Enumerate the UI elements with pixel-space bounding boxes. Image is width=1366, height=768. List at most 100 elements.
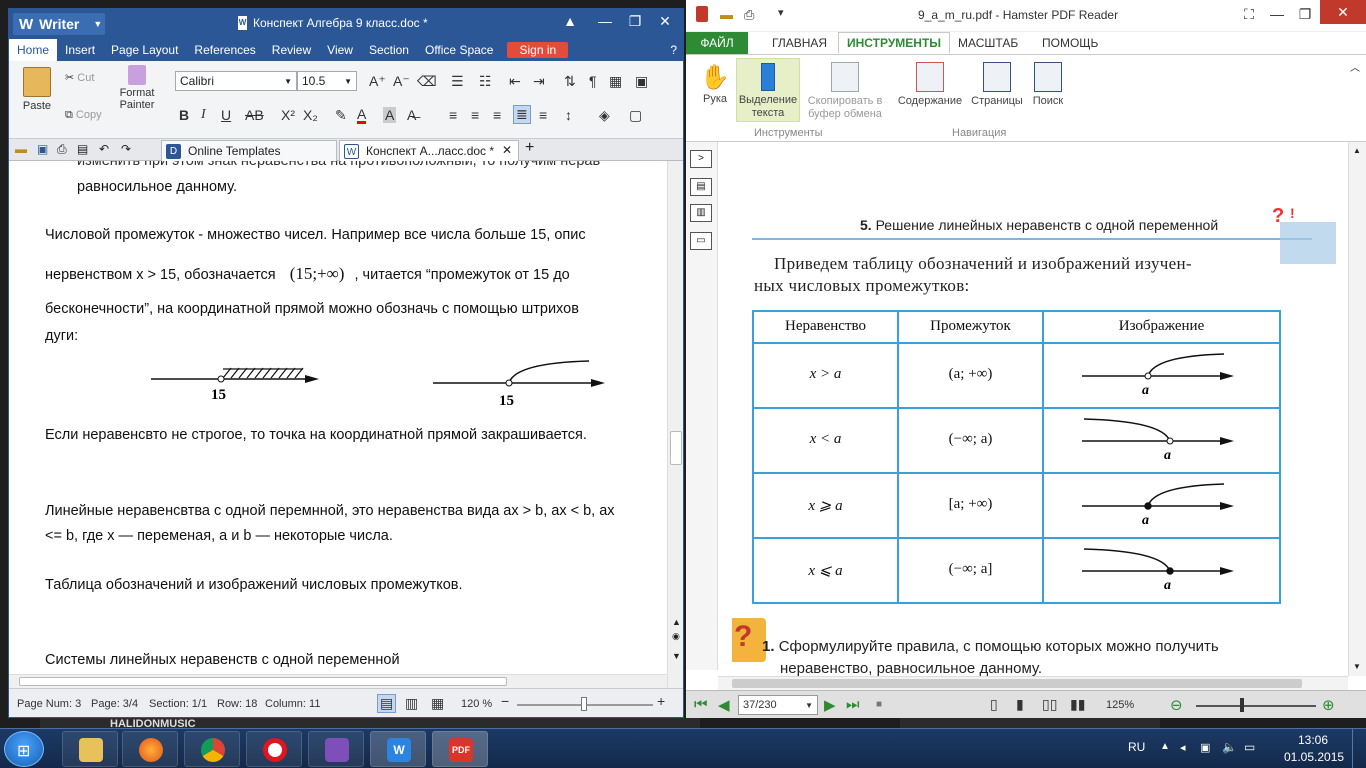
scroll-up-icon[interactable]: ▲ bbox=[1353, 146, 1361, 155]
minimize-button[interactable]: — bbox=[1264, 6, 1290, 22]
clear-format-icon[interactable]: ⌫ bbox=[417, 73, 437, 90]
zoom-slider-thumb[interactable] bbox=[581, 697, 587, 711]
decrease-indent-icon[interactable]: ⇤ bbox=[509, 73, 521, 90]
outline-view-icon[interactable]: ▦ bbox=[431, 695, 444, 712]
next-page-icon[interactable]: ▶ bbox=[824, 696, 836, 714]
ribbon-collapse-icon[interactable]: ︿ bbox=[1350, 59, 1360, 74]
format-painter-button[interactable]: Format Painter bbox=[117, 65, 157, 111]
two-page-continuous-icon[interactable]: ▮▮ bbox=[1070, 696, 1085, 713]
copy-to-clipboard-button[interactable]: Скопировать в буфер обмена bbox=[804, 62, 886, 121]
taskbar-explorer[interactable] bbox=[62, 731, 118, 767]
writer-app-menu-button[interactable]: W Writer ▼ bbox=[13, 13, 105, 35]
close-button[interactable]: ✕ bbox=[1320, 0, 1366, 24]
cut-button[interactable]: ✂ Cut bbox=[65, 71, 94, 84]
paste-button[interactable]: Paste bbox=[17, 67, 57, 112]
clock-time[interactable]: 13:06 bbox=[1298, 733, 1328, 747]
taskbar-visual-studio[interactable] bbox=[308, 731, 364, 767]
pdf-zoom-thumb[interactable] bbox=[1240, 698, 1244, 712]
styles-icon[interactable]: ▣ bbox=[635, 73, 648, 90]
redo-icon[interactable]: ↷ bbox=[121, 142, 131, 156]
hand-tool-button[interactable]: ✋ Рука bbox=[698, 63, 732, 106]
show-desktop-button[interactable] bbox=[1352, 729, 1366, 768]
line-spacing-icon[interactable]: ↕ bbox=[565, 107, 572, 123]
ribbon-collapse-icon[interactable]: ▲ bbox=[559, 13, 581, 29]
web-view-icon[interactable]: ▥ bbox=[405, 695, 418, 712]
single-page-view-icon[interactable]: ▯ bbox=[990, 696, 998, 713]
pdf-vertical-scrollbar[interactable]: ▲ ▼ bbox=[1348, 142, 1366, 676]
grow-font-icon[interactable]: A⁺ bbox=[369, 73, 386, 90]
menu-home[interactable]: Home bbox=[9, 39, 58, 61]
bullets-icon[interactable]: ☰ bbox=[451, 73, 464, 90]
first-page-icon[interactable]: ⏮ bbox=[694, 696, 708, 713]
power-icon[interactable]: ▭ bbox=[1244, 740, 1255, 754]
pages-button[interactable]: Страницы bbox=[968, 62, 1026, 108]
thumbnail-panel-icon[interactable]: ▭ bbox=[690, 232, 712, 250]
print-icon[interactable]: ⎙ bbox=[744, 7, 754, 23]
sign-in-button[interactable]: Sign in bbox=[507, 42, 569, 58]
scroll-down-icon[interactable]: ▼ bbox=[1353, 662, 1361, 671]
char-spacing-icon[interactable]: A̶ bbox=[407, 107, 416, 123]
bookmarks-panel-icon[interactable]: ▤ bbox=[690, 178, 712, 196]
pdf-horizontal-scrollbar[interactable] bbox=[718, 676, 1348, 690]
save-icon[interactable]: ▣ bbox=[37, 142, 48, 156]
align-left-icon[interactable]: ≡ bbox=[449, 107, 457, 123]
tab-document[interactable]: W Конспект А...ласс.doc * ✕ bbox=[339, 140, 519, 161]
pdf-page-view[interactable]: 5. Решение линейных неравенств с одной п… bbox=[732, 142, 1348, 676]
print-preview-icon[interactable]: ▤ bbox=[77, 142, 88, 156]
menu-insert[interactable]: Insert bbox=[57, 39, 103, 61]
prev-page-icon[interactable]: ◀ bbox=[718, 696, 730, 714]
shrink-font-icon[interactable]: A⁻ bbox=[393, 73, 410, 90]
menu-review[interactable]: Review bbox=[264, 39, 319, 61]
sort-icon[interactable]: ⇅ bbox=[564, 73, 576, 90]
restore-button[interactable]: ❐ bbox=[624, 13, 646, 30]
quick-access-menu-icon[interactable]: ▾ bbox=[778, 6, 784, 19]
open-folder-icon[interactable]: ▬ bbox=[720, 7, 733, 22]
pdf-hscroll-thumb[interactable] bbox=[732, 679, 1302, 688]
pdf-zoom-track[interactable] bbox=[1196, 705, 1316, 707]
fullscreen-icon[interactable]: ⛶ bbox=[1236, 6, 1262, 23]
clock-date[interactable]: 01.05.2015 bbox=[1284, 750, 1344, 764]
zoom-in-icon[interactable]: + bbox=[657, 693, 665, 709]
scroll-up-icon[interactable]: ▲ bbox=[672, 617, 681, 627]
contents-button[interactable]: Содержание bbox=[894, 62, 966, 108]
tab-file[interactable]: ФАЙЛ bbox=[686, 32, 748, 54]
menu-page-layout[interactable]: Page Layout bbox=[103, 39, 186, 61]
copy-button[interactable]: ⧉ Copy bbox=[65, 109, 102, 122]
align-justify-icon[interactable]: ≣ bbox=[513, 105, 531, 124]
tab-online-templates[interactable]: D Online Templates bbox=[161, 140, 337, 161]
last-page-icon[interactable]: ⏭ bbox=[846, 696, 860, 713]
continuous-view-icon[interactable]: ▮ bbox=[1016, 696, 1024, 713]
language-indicator[interactable]: RU bbox=[1128, 740, 1145, 754]
writer-vscroll-thumb[interactable] bbox=[670, 431, 682, 465]
numbering-icon[interactable]: ☷ bbox=[479, 73, 492, 90]
taskbar-hamster-pdf[interactable]: PDF bbox=[432, 731, 488, 767]
writer-vertical-scrollbar[interactable]: ▲ ◉ ▼ bbox=[667, 161, 683, 688]
taskbar-chrome[interactable] bbox=[184, 731, 240, 767]
two-page-view-icon[interactable]: ▯▯ bbox=[1042, 696, 1057, 713]
new-tab-button[interactable]: + bbox=[525, 139, 534, 157]
search-button[interactable]: Поиск bbox=[1028, 62, 1068, 108]
subscript-icon[interactable]: X₂ bbox=[303, 107, 318, 123]
writer-horizontal-scrollbar[interactable] bbox=[9, 674, 667, 688]
italic-icon[interactable]: I bbox=[201, 107, 206, 123]
highlight-icon[interactable]: A bbox=[383, 107, 397, 123]
increase-indent-icon[interactable]: ⇥ bbox=[533, 73, 545, 90]
zoom-out-icon[interactable]: − bbox=[501, 693, 509, 709]
page-view-icon[interactable]: ▤ bbox=[377, 694, 397, 713]
network-icon[interactable]: ▣ bbox=[1200, 741, 1210, 754]
border-icon[interactable]: ▢ bbox=[629, 107, 642, 124]
menu-view[interactable]: View bbox=[319, 39, 361, 61]
prev-page-icon[interactable]: ◉ bbox=[672, 631, 680, 642]
print-icon[interactable]: ⎙ bbox=[57, 142, 67, 157]
text-effects-icon[interactable]: ✎ bbox=[335, 107, 347, 124]
superscript-icon[interactable]: X² bbox=[281, 107, 295, 123]
bold-icon[interactable]: B bbox=[179, 107, 189, 123]
close-button[interactable]: ✕ bbox=[654, 13, 676, 30]
zoom-in-icon[interactable]: ⊕ bbox=[1322, 696, 1335, 714]
minimize-button[interactable]: — bbox=[594, 13, 616, 29]
taskbar-writer[interactable]: W bbox=[370, 731, 426, 767]
next-page-icon[interactable]: ▼ bbox=[672, 651, 681, 661]
start-button[interactable]: ⊞ bbox=[4, 731, 44, 767]
font-size-select[interactable]: 10.5 ▼ bbox=[297, 71, 357, 91]
close-tab-icon[interactable]: ✕ bbox=[502, 143, 512, 157]
